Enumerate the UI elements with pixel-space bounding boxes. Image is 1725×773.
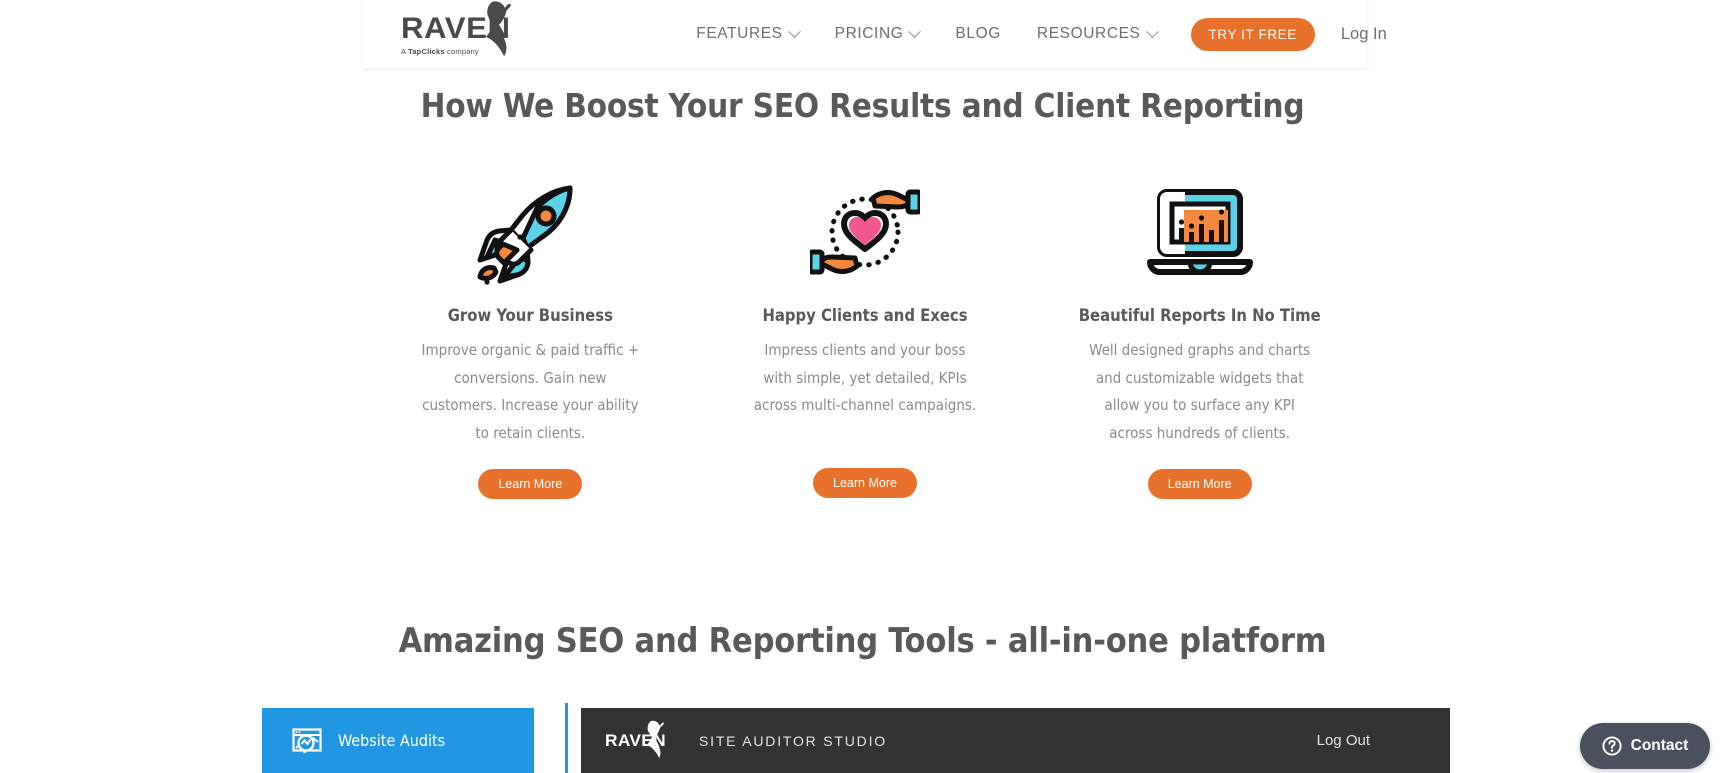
rocket-icon [477, 185, 573, 285]
studio-raven-logo: RAVEN [605, 720, 666, 758]
nav-item-pricing[interactable]: PRICING [817, 24, 938, 43]
contact-widget-button[interactable]: Contact [1580, 723, 1710, 769]
nav-item-resources[interactable]: RESOURCES [1019, 24, 1175, 43]
nav-item-blog[interactable]: BLOG [937, 25, 1018, 43]
chevron-down-icon [908, 24, 922, 38]
nav-label: BLOG [955, 25, 1001, 42]
feature-icon-wrap [810, 176, 920, 288]
site-auditor-studio-panel: RAVEN SITE AUDITOR STUDIO Log Out [581, 708, 1450, 773]
contact-label: Contact [1630, 737, 1689, 754]
learn-more-button[interactable]: Learn More [1147, 469, 1252, 499]
feature-body: Impress clients and your boss with simpl… [753, 341, 977, 414]
raven-bird-icon [486, 1, 512, 56]
feature-body: Improve organic & paid traffic + convers… [421, 341, 640, 442]
tab-label: Website Audits [338, 731, 446, 750]
nav-label: FEATURES [696, 25, 783, 42]
nav-label: PRICING [834, 25, 904, 42]
raven-bird-icon [647, 720, 664, 758]
chevron-down-icon [1145, 24, 1159, 38]
panel-divider [565, 703, 568, 773]
feature-columns: Grow Your Business Improve organic & pai… [363, 176, 1367, 499]
learn-more-button[interactable]: Learn More [813, 467, 917, 498]
feature-title: Happy Clients and Execs [762, 306, 968, 325]
feature-icon-wrap [475, 176, 585, 288]
question-circle-icon [1602, 736, 1622, 756]
hands-heart-icon [810, 189, 920, 275]
feature-body: Well designed graphs and charts and cust… [1089, 341, 1311, 442]
nav-label: RESOURCES [1036, 25, 1141, 42]
log-in-link[interactable]: Log In [1341, 25, 1387, 44]
site-header: RAVEN A TapClicks company FEATURES PRICI… [363, 0, 1387, 68]
boost-section-heading: How We Boost Your SEO Results and Client… [420, 86, 1305, 125]
chevron-down-icon [787, 24, 801, 38]
raven-logo[interactable]: RAVEN A TapClicks company [401, 1, 512, 63]
page-root: RAVEN A TapClicks company FEATURES PRICI… [0, 0, 1725, 773]
feature-icon-wrap [1146, 176, 1254, 288]
tools-tab-list: Website Audits [262, 708, 534, 773]
feature-title: Grow Your Business [447, 306, 613, 325]
tools-section-heading: Amazing SEO and Reporting Tools - all-in… [398, 621, 1327, 661]
studio-title: SITE AUDITOR STUDIO [699, 732, 887, 749]
tab-website-audits[interactable]: Website Audits [262, 708, 534, 773]
site-audit-icon [292, 727, 322, 753]
feature-title: Beautiful Reports In No Time [1078, 306, 1321, 325]
laptop-chart-icon [1146, 189, 1253, 275]
feature-card: Beautiful Reports In No Time Well design… [1032, 176, 1367, 499]
logo-mark: RAVEN [401, 1, 512, 56]
feature-card: Grow Your Business Improve organic & pai… [363, 176, 698, 499]
try-it-free-button[interactable]: TRY IT FREE [1190, 17, 1315, 51]
nav-item-features[interactable]: FEATURES [678, 24, 816, 43]
learn-more-button[interactable]: Learn More [478, 469, 583, 499]
feature-card: Happy Clients and Execs Impress clients … [698, 176, 1033, 499]
main-navigation: FEATURES PRICING BLOG RESOURCES TRY IT F… [678, 17, 1387, 51]
log-out-link[interactable]: Log Out [1317, 732, 1370, 749]
